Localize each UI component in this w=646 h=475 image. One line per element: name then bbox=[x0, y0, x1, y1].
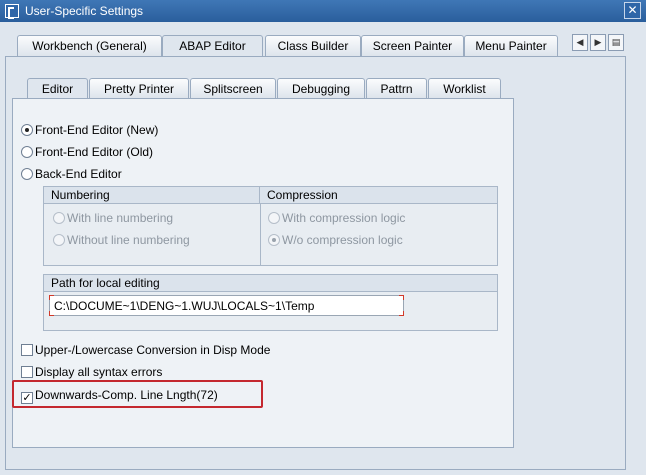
close-button[interactable]: ✕ bbox=[624, 2, 641, 19]
compression-header: Compression bbox=[260, 187, 497, 204]
local-path-input[interactable]: C:\DOCUME~1\DENG~1.WUJ\LOCALS~1\Temp bbox=[49, 295, 404, 316]
radio-disabled-selected-icon bbox=[268, 234, 280, 246]
chevron-left-icon: ◀ bbox=[576, 37, 584, 47]
dialog-body: Workbench (General) ABAP Editor Class Bu… bbox=[0, 22, 646, 475]
tab-debugging[interactable]: Debugging bbox=[277, 78, 365, 98]
tab-pattrn[interactable]: Pattrn bbox=[366, 78, 427, 98]
tab-label: ABAP Editor bbox=[179, 39, 246, 53]
close-icon: ✕ bbox=[627, 3, 638, 17]
checkbox-label: Display all syntax errors bbox=[35, 365, 163, 379]
radio-label: Back-End Editor bbox=[35, 167, 122, 181]
local-editing-header: Path for local editing bbox=[44, 275, 497, 292]
tab-list-icon: ▤ bbox=[611, 37, 621, 47]
local-path-value: C:\DOCUME~1\DENG~1.WUJ\LOCALS~1\Temp bbox=[54, 299, 315, 313]
radio-disabled-icon bbox=[268, 212, 280, 224]
radio-disabled-icon bbox=[53, 212, 65, 224]
tab-scroll-right-button[interactable]: ▶ bbox=[590, 34, 606, 51]
radio-label: Without line numbering bbox=[67, 233, 190, 247]
window-app-icon bbox=[5, 4, 19, 19]
radio-front-end-new[interactable]: Front-End Editor (New) bbox=[21, 121, 158, 139]
checkbox-label: Upper-/Lowercase Conversion in Disp Mode bbox=[35, 343, 271, 357]
highlight-annotation bbox=[12, 380, 263, 408]
group-divider bbox=[260, 204, 261, 265]
tab-label: Worklist bbox=[443, 82, 486, 96]
radio-disabled-icon bbox=[53, 234, 65, 246]
tab-worklist[interactable]: Worklist bbox=[428, 78, 501, 98]
checkbox-unchecked-icon bbox=[21, 366, 33, 378]
chevron-right-icon: ▶ bbox=[594, 37, 602, 47]
tab-label: Splitscreen bbox=[203, 82, 263, 96]
tab-class-builder[interactable]: Class Builder bbox=[265, 35, 361, 56]
radio-label: Front-End Editor (Old) bbox=[35, 145, 154, 159]
radio-front-end-old[interactable]: Front-End Editor (Old) bbox=[21, 143, 153, 161]
tab-pretty-printer[interactable]: Pretty Printer bbox=[89, 78, 189, 98]
radio-selected-icon bbox=[21, 124, 33, 136]
radio-without-compression[interactable]: W/o compression logic bbox=[268, 231, 403, 249]
radio-label: Front-End Editor (New) bbox=[35, 123, 159, 137]
tab-abap-editor[interactable]: ABAP Editor bbox=[162, 35, 263, 57]
checkbox-syntax-errors[interactable]: Display all syntax errors bbox=[21, 363, 162, 381]
radio-label: W/o compression logic bbox=[282, 233, 403, 247]
radio-unselected-icon bbox=[21, 146, 33, 158]
tab-scroll-left-button[interactable]: ◀ bbox=[572, 34, 588, 51]
tab-editor[interactable]: Editor bbox=[27, 78, 88, 99]
checkbox-unchecked-icon bbox=[21, 344, 33, 356]
tab-label: Class Builder bbox=[277, 39, 349, 53]
tab-label: Menu Painter bbox=[475, 39, 547, 53]
tab-menu-painter[interactable]: Menu Painter bbox=[464, 35, 558, 56]
radio-label: With compression logic bbox=[282, 211, 406, 225]
radio-unselected-icon bbox=[21, 168, 33, 180]
tab-list-button[interactable]: ▤ bbox=[608, 34, 624, 51]
tab-label: Pattrn bbox=[380, 82, 413, 96]
radio-with-line-numbering[interactable]: With line numbering bbox=[53, 209, 173, 227]
tab-workbench-general[interactable]: Workbench (General) bbox=[17, 35, 162, 56]
window-title: User-Specific Settings bbox=[25, 4, 144, 18]
tab-label: Pretty Printer bbox=[103, 82, 175, 96]
radio-label: With line numbering bbox=[67, 211, 174, 225]
tab-screen-painter[interactable]: Screen Painter bbox=[361, 35, 464, 56]
tab-label: Workbench (General) bbox=[32, 39, 147, 53]
radio-without-line-numbering[interactable]: Without line numbering bbox=[53, 231, 190, 249]
radio-back-end[interactable]: Back-End Editor bbox=[21, 165, 122, 183]
tab-label: Editor bbox=[41, 82, 74, 96]
tab-label: Debugging bbox=[291, 82, 351, 96]
radio-with-compression[interactable]: With compression logic bbox=[268, 209, 405, 227]
window-titlebar: User-Specific Settings ✕ bbox=[0, 0, 646, 22]
tab-label: Screen Painter bbox=[372, 39, 453, 53]
checkbox-case-conversion[interactable]: Upper-/Lowercase Conversion in Disp Mode bbox=[21, 341, 270, 359]
numbering-header: Numbering bbox=[44, 187, 260, 204]
tab-splitscreen[interactable]: Splitscreen bbox=[190, 78, 276, 98]
